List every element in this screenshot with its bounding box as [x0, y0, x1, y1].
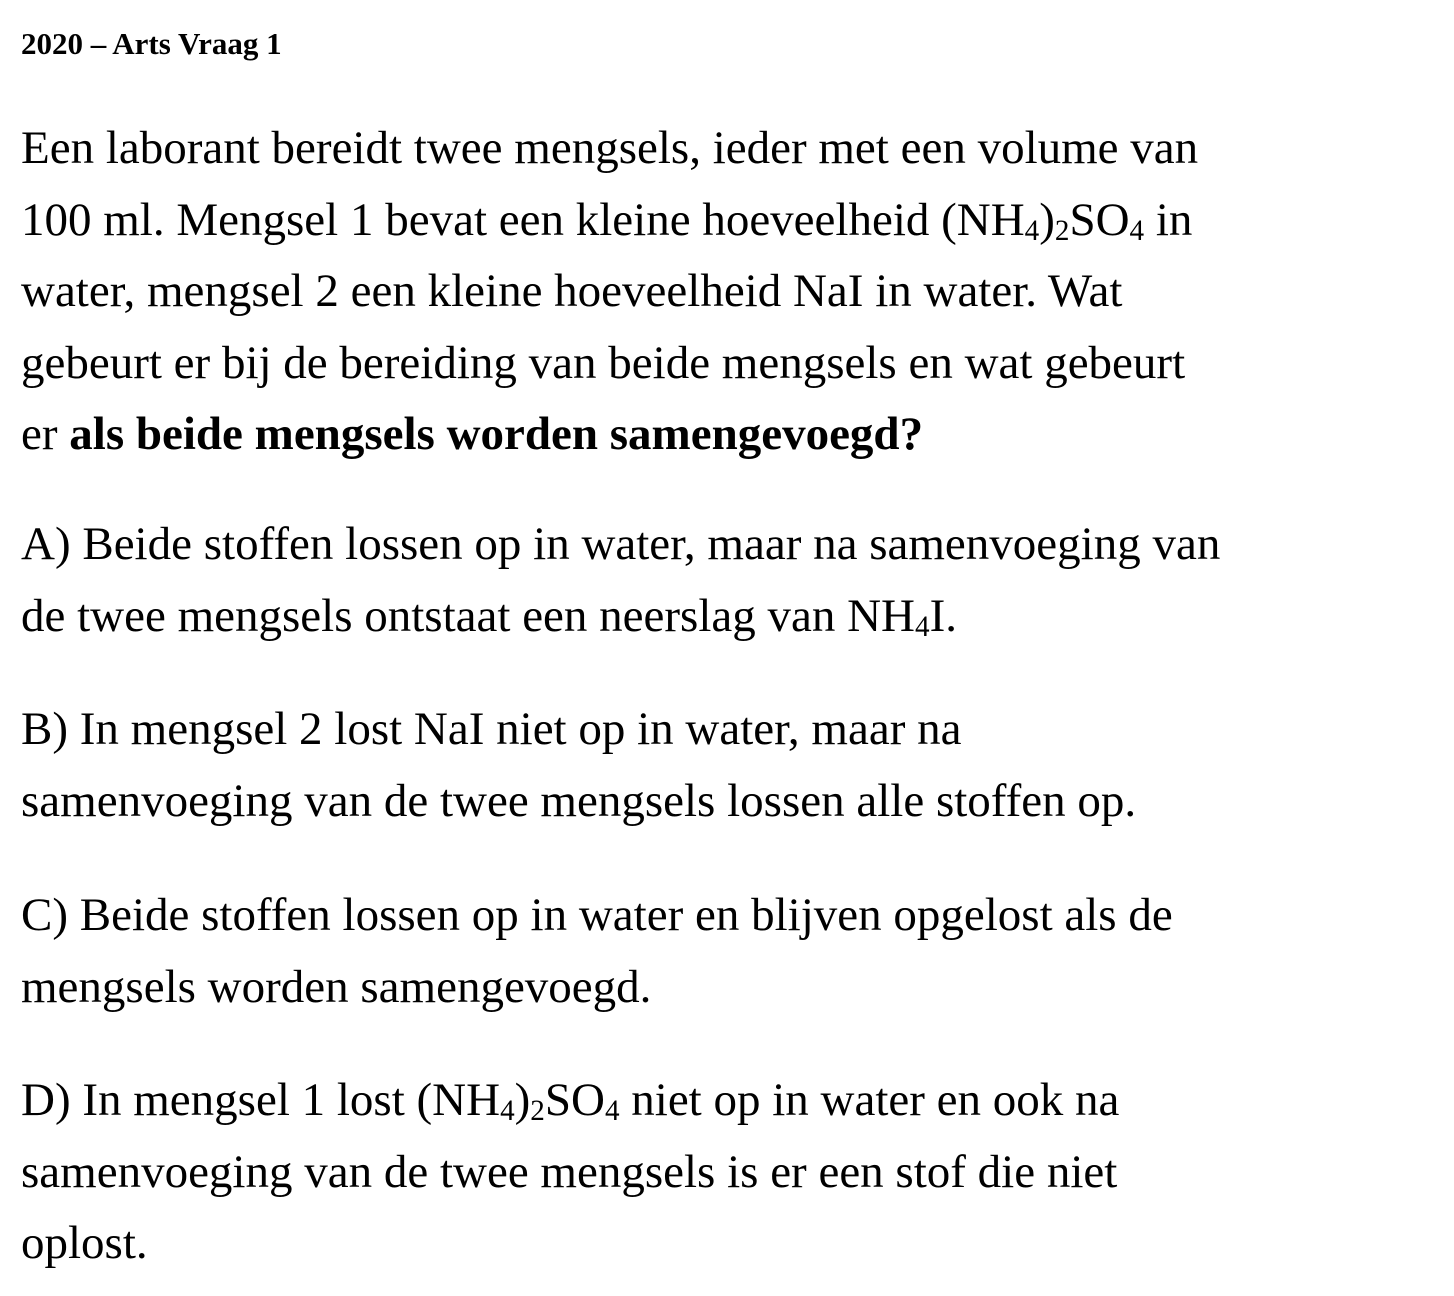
option-line: samenvoeging van de twee mengsels is er …	[21, 1145, 1118, 1198]
text-run: de twee mengsels ontstaat een neerslag v…	[21, 589, 915, 642]
option-line: D) In mengsel 1 lost (NH4)2SO4 niet op i…	[21, 1065, 1441, 1137]
option-line: de twee mengsels ontstaat een neerslag v…	[21, 581, 1441, 653]
question-header: 2020 – Arts Vraag 1	[21, 26, 282, 61]
subscript: 2	[530, 1095, 545, 1128]
text-run: er	[21, 408, 70, 460]
answer-option-d: D) In mengsel 1 lost (NH4)2SO4 niet op i…	[21, 1065, 1441, 1280]
answer-option-a: A) Beide stoffen lossen op in water, maa…	[21, 509, 1441, 652]
text-run: )	[514, 1074, 531, 1126]
question-line: Een laborant bereidt twee mengsels, iede…	[21, 122, 1199, 174]
question-line: water, mengsel 2 een kleine hoeveelheid …	[21, 265, 1123, 317]
text-run: D) In mengsel 1 lost (NH	[21, 1074, 501, 1126]
subscript: 2	[1054, 214, 1070, 247]
subscript: 4	[915, 610, 930, 643]
text-run: in	[1144, 193, 1193, 246]
option-line: A) Beide stoffen lossen op in water, maa…	[21, 518, 1221, 570]
subscript: 4	[604, 1095, 620, 1128]
question-line: 100 ml. Mengsel 1 bevat een kleine hoeve…	[21, 185, 1441, 257]
text-run: niet op in water en ook na	[619, 1074, 1120, 1126]
answer-option-c: C) Beide stoffen lossen op in water en b…	[21, 880, 1441, 1023]
question-line: er als beide mengsels worden samengevoeg…	[21, 399, 1441, 471]
subscript: 4	[500, 1095, 515, 1128]
option-line: samenvoeging van de twee mengsels lossen…	[21, 774, 1137, 827]
text-run: I.	[929, 589, 957, 642]
text-run: SO	[1069, 193, 1130, 246]
option-line: B) In mengsel 2 lost NaI niet op in wate…	[21, 703, 962, 755]
emphasis-text: als beide mengsels worden samengevoegd?	[69, 408, 924, 460]
subscript: 4	[1129, 214, 1145, 247]
subscript: 4	[1024, 214, 1040, 247]
text-run: 100 ml. Mengsel 1 bevat een kleine hoeve…	[21, 193, 1025, 246]
question-text: Een laborant bereidt twee mengsels, iede…	[21, 113, 1441, 471]
answer-option-b: B) In mengsel 2 lost NaI niet op in wate…	[21, 694, 1441, 837]
text-run: )	[1039, 193, 1055, 246]
option-line: C) Beide stoffen lossen op in water en b…	[21, 889, 1173, 941]
text-run: SO	[544, 1074, 605, 1126]
question-line: gebeurt er bij de bereiding van beide me…	[21, 336, 1186, 389]
option-line: oplost.	[21, 1217, 148, 1269]
option-line: mengsels worden samengevoegd.	[21, 960, 652, 1013]
